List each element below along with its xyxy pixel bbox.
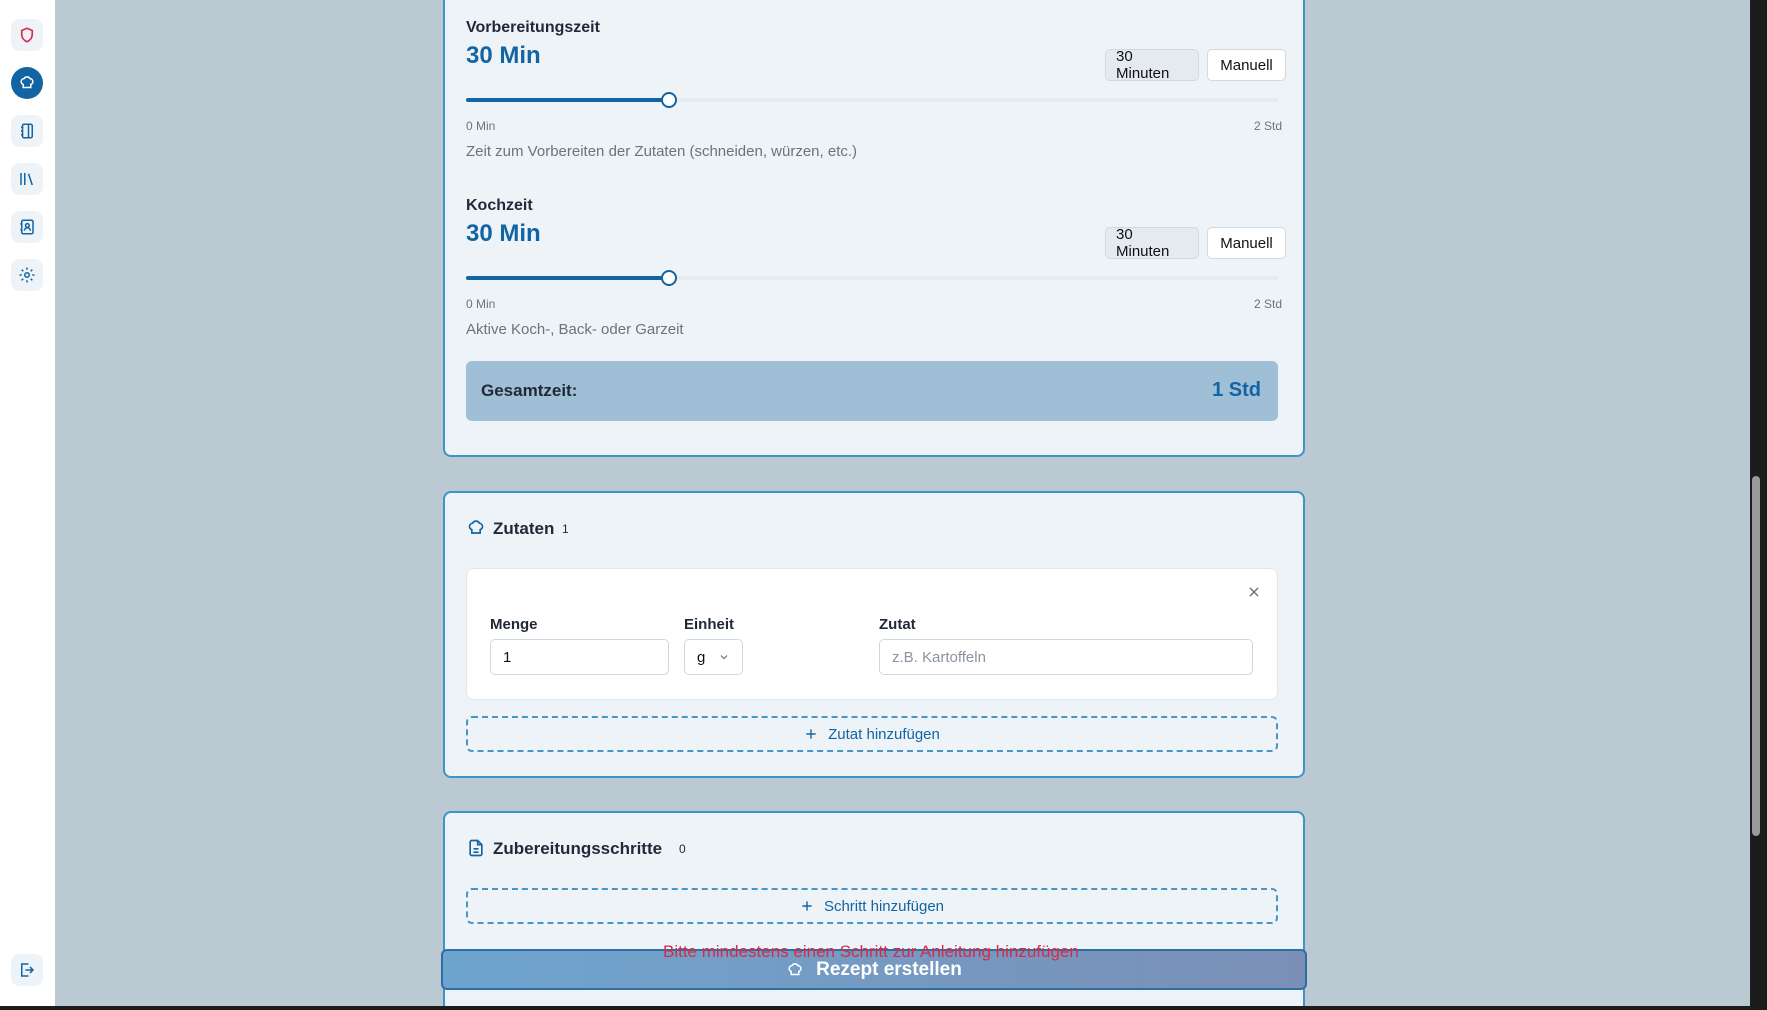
- cook-time-label: Kochzeit: [466, 197, 533, 214]
- steps-title: Zubereitungsschritte: [493, 839, 663, 858]
- sidebar-item-notebook[interactable]: [11, 115, 43, 147]
- chef-hat-icon: [468, 520, 484, 534]
- cook-help-text: Aktive Koch-, Back- oder Garzeit: [466, 321, 684, 338]
- cook-time-value: 30 Min: [466, 220, 541, 247]
- prep-time-value: 30 Min: [466, 42, 541, 69]
- sidebar-item-library[interactable]: [11, 163, 43, 195]
- cook-max-label: 2 Std: [1253, 297, 1282, 311]
- prep-slider-handle[interactable]: [661, 92, 677, 108]
- library-icon: [20, 173, 33, 186]
- prep-help-text: Zeit zum Vorbereiten der Zutaten (schnei…: [466, 143, 858, 160]
- prep-manual-button[interactable]: Manuell: [1207, 49, 1286, 81]
- prep-min-label: 0 Min: [466, 119, 496, 133]
- prep-slider[interactable]: [466, 92, 1278, 108]
- sidebar-item-contacts[interactable]: [11, 211, 43, 243]
- cook-slider-handle[interactable]: [661, 270, 677, 286]
- total-time-box: Gesamtzeit: 1 Std: [466, 361, 1278, 421]
- ingredients-card: Zutaten 1 Menge 1 Einheit g Zutat z.B. K…: [443, 491, 1305, 778]
- cook-preset-button[interactable]: 30 Minuten: [1105, 226, 1199, 260]
- add-step-button[interactable]: Schritt hinzufügen: [466, 888, 1278, 924]
- logout-button[interactable]: [11, 954, 43, 986]
- chef-hat-icon: [788, 962, 802, 975]
- steps-count: 0: [679, 842, 686, 856]
- ingredient-row: Menge 1 Einheit g Zutat z.B. Kartoffeln: [466, 568, 1278, 700]
- contact-book-icon: [20, 219, 34, 235]
- prep-time-label: Vorbereitungszeit: [466, 19, 600, 36]
- quantity-label: Menge: [490, 616, 538, 633]
- add-ingredient-label: Zutat hinzufügen: [828, 725, 940, 743]
- unit-select-value: g: [697, 648, 706, 666]
- scrollbar-thumb[interactable]: [1752, 476, 1760, 836]
- plus-icon: [806, 729, 816, 739]
- add-step-label: Schritt hinzufügen: [823, 897, 945, 915]
- ingredient-label: Zutat: [879, 616, 916, 633]
- cook-slider-fill: [466, 276, 669, 280]
- cook-slider[interactable]: [466, 270, 1278, 286]
- unit-label: Einheit: [684, 616, 735, 633]
- ingredients-count: 1: [562, 522, 569, 536]
- sidebar: [0, 0, 55, 1006]
- chef-hat-icon: [20, 76, 34, 89]
- prep-slider-fill: [466, 98, 669, 102]
- total-time-label: Gesamtzeit:: [481, 381, 578, 400]
- window-bottom-edge: [0, 1006, 1767, 1010]
- add-ingredient-button[interactable]: Zutat hinzufügen: [466, 716, 1278, 752]
- time-card: Vorbereitungszeit 30 Min 30 Minuten Manu…: [443, 0, 1305, 457]
- sidebar-item-recipes[interactable]: [11, 67, 43, 99]
- ingredient-input[interactable]: z.B. Kartoffeln: [879, 639, 1253, 675]
- document-icon: [469, 839, 483, 857]
- shield-icon: [20, 27, 34, 43]
- plus-icon: [802, 901, 812, 911]
- notebook-icon: [21, 123, 33, 139]
- prep-preset-button[interactable]: 30 Minuten: [1105, 48, 1199, 82]
- ingredients-title: Zutaten: [493, 519, 555, 538]
- main-content: Vorbereitungszeit 30 Min 30 Minuten Manu…: [55, 0, 1750, 1006]
- unit-select[interactable]: g: [684, 639, 743, 675]
- cook-manual-button[interactable]: Manuell: [1207, 227, 1286, 259]
- cook-min-label: 0 Min: [466, 297, 496, 311]
- prep-max-label: 2 Std: [1253, 119, 1282, 133]
- total-time-value: 1 Std: [1212, 379, 1261, 401]
- quantity-input[interactable]: 1: [490, 639, 669, 675]
- sidebar-item-shield[interactable]: [11, 19, 43, 51]
- steps-error-message: Bitte mindestens einen Schritt zur Anlei…: [663, 942, 1079, 961]
- chevron-down-icon: [720, 655, 728, 660]
- gear-icon: [19, 267, 35, 283]
- sidebar-item-settings[interactable]: [11, 259, 43, 291]
- logout-icon: [21, 963, 35, 977]
- close-icon[interactable]: [1247, 585, 1261, 599]
